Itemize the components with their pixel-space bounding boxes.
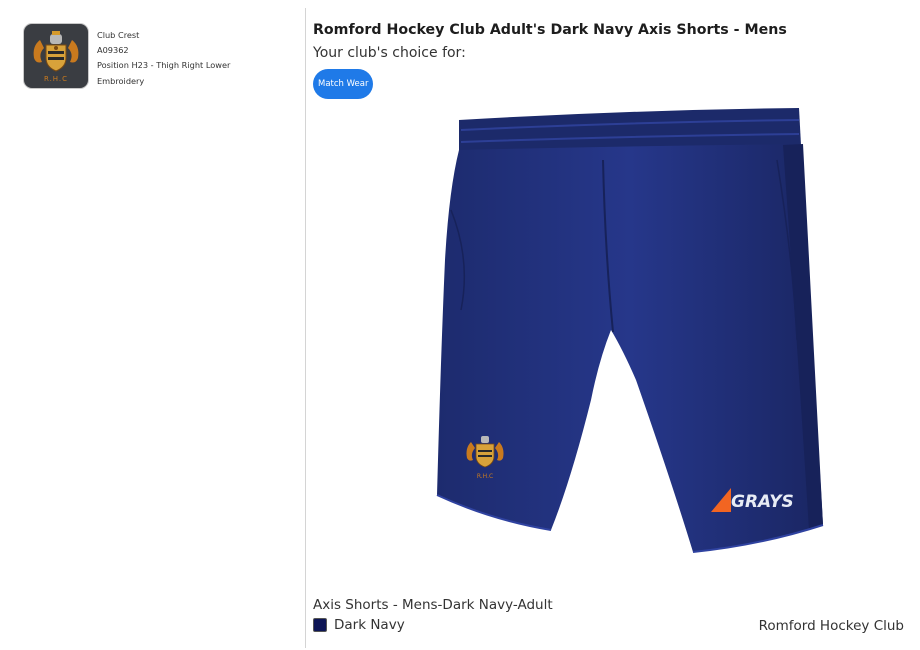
crest-position: Position H23 - Thigh Right Lower xyxy=(97,60,231,71)
crest-icon: R.H.C xyxy=(33,31,79,83)
crest-initials: R.H.C xyxy=(44,75,68,83)
crest-thumbnail[interactable]: R.H.C xyxy=(23,23,89,89)
color-name: Dark Navy xyxy=(334,617,405,633)
crest-code: A09362 xyxy=(97,45,129,56)
club-name: Romford Hockey Club xyxy=(758,618,904,634)
color-swatch[interactable] xyxy=(313,618,327,632)
product-panel: Romford Hockey Club Adult's Dark Navy Ax… xyxy=(313,0,913,650)
crest-name: Club Crest xyxy=(97,30,140,40)
crest-details: Club Crest A09362 Position H23 - Thigh R… xyxy=(97,28,267,89)
svg-text:GRAYS: GRAYS xyxy=(731,492,794,512)
variant-name: Axis Shorts - Mens-Dark Navy-Adult xyxy=(313,597,553,613)
panel-divider xyxy=(305,8,306,648)
product-title: Romford Hockey Club Adult's Dark Navy Ax… xyxy=(313,22,787,38)
svg-text:R.H.C: R.H.C xyxy=(477,473,493,480)
left-panel: R.H.C Club Crest A09362 Position H23 - T… xyxy=(0,0,305,650)
color-option[interactable]: Dark Navy xyxy=(313,616,405,634)
match-wear-tag-button[interactable]: Match Wear xyxy=(313,69,374,99)
club-choice-label: Your club's choice for: xyxy=(313,45,466,61)
shorts-product-image[interactable]: R.H.C GRAYS xyxy=(431,100,831,560)
crest-method: Embroidery xyxy=(97,75,145,86)
